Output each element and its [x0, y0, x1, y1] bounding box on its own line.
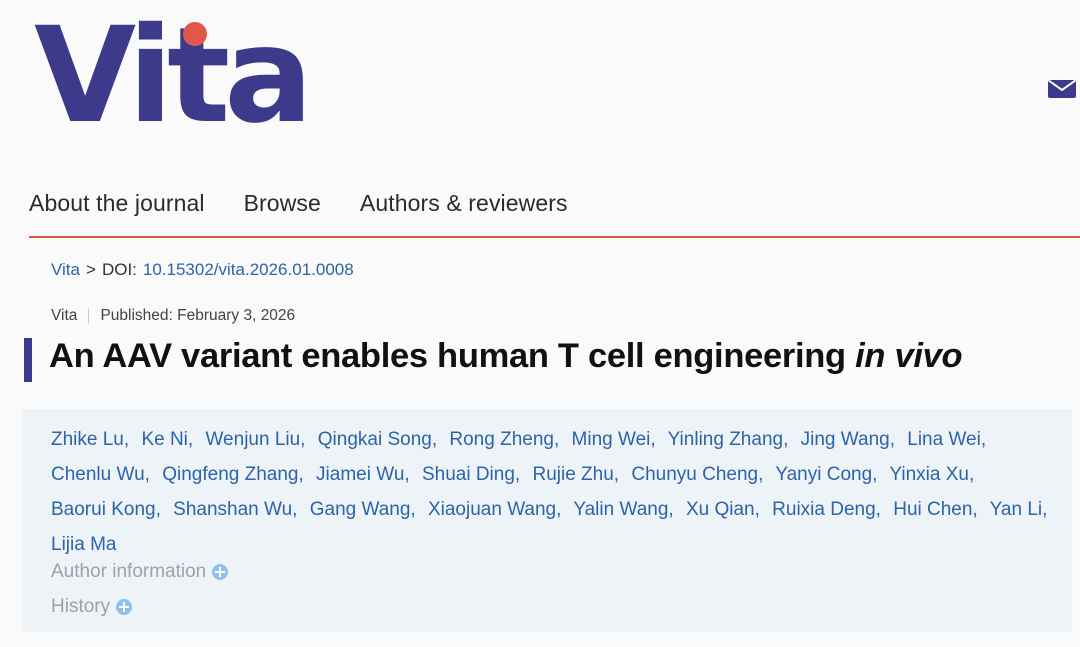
author-link[interactable]: Wenjun Liu, [205, 429, 305, 450]
author-link[interactable]: Rong Zheng, [449, 429, 559, 450]
author-link[interactable]: Gang Wang, [310, 499, 416, 520]
breadcrumb-separator: > [86, 260, 96, 279]
author-link[interactable]: Yinxia Xu, [889, 464, 974, 485]
author-link[interactable]: Jiamei Wu, [316, 464, 410, 485]
meta-separator [88, 308, 90, 324]
history-label: History [51, 596, 111, 617]
author-link[interactable]: Xu Qian, [686, 499, 760, 520]
plus-circle-icon [212, 564, 229, 580]
nav-about-journal[interactable]: About the journal [29, 190, 205, 217]
nav-authors-reviewers[interactable]: Authors & reviewers [360, 190, 568, 217]
author-link[interactable]: Lina Wei, [907, 429, 986, 450]
author-link[interactable]: Yanyi Cong, [775, 464, 877, 485]
author-link[interactable]: Hui Chen, [893, 499, 978, 520]
nav-browse[interactable]: Browse [244, 190, 321, 217]
author-link[interactable]: Ruixia Deng, [772, 499, 881, 520]
author-link[interactable]: Rujie Zhu, [532, 464, 619, 485]
author-link[interactable]: Yalin Wang, [573, 499, 673, 520]
meta-journal: Vita [51, 307, 78, 324]
plus-circle-icon [116, 599, 133, 615]
author-link[interactable]: Qingkai Song, [318, 429, 437, 450]
author-link[interactable]: Chenlu Wu, [51, 464, 150, 485]
author-link[interactable]: Baorui Kong, [51, 499, 161, 520]
main-nav: About the journal Browse Authors & revie… [29, 190, 568, 217]
doi-link[interactable]: 10.15302/vita.2026.01.0008 [143, 260, 354, 280]
author-link[interactable]: Zhike Lu, [51, 429, 129, 450]
author-link[interactable]: Ke Ni, [141, 429, 193, 450]
title-accent-bar [24, 338, 32, 382]
history-toggle[interactable]: History [51, 596, 133, 618]
published-date: Published: February 3, 2026 [100, 307, 296, 324]
author-information-toggle[interactable]: Author information [51, 561, 229, 583]
doi-label: DOI: [101, 260, 137, 279]
author-list: Zhike Lu, Ke Ni, Wenjun Liu, Qingkai Son… [51, 422, 1061, 562]
logo-text: Vita [34, 0, 313, 153]
author-link[interactable]: Chunyu Cheng, [631, 464, 763, 485]
author-link[interactable]: Shanshan Wu, [173, 499, 297, 520]
author-link[interactable]: Xiaojuan Wang, [428, 499, 561, 520]
title-italic: in vivo [855, 337, 963, 375]
author-information-label: Author information [51, 561, 207, 582]
author-link[interactable]: Qingfeng Zhang, [162, 464, 304, 485]
author-link[interactable]: Yinling Zhang, [668, 429, 789, 450]
author-link[interactable]: Ming Wei, [572, 429, 656, 450]
author-link[interactable]: Jing Wang, [801, 429, 895, 450]
author-link[interactable]: Lijia Ma [51, 534, 116, 555]
vita-logo[interactable]: Vita [34, 0, 324, 153]
breadcrumb-home-link[interactable]: Vita [51, 260, 80, 280]
breadcrumb: Vita > DOI: 10.15302/vita.2026.01.0008 [51, 260, 354, 280]
envelope-icon[interactable] [1048, 80, 1076, 98]
article-title: An AAV variant enables human T cell engi… [49, 337, 963, 376]
nav-divider [29, 236, 1080, 238]
article-meta: Vita Published: February 3, 2026 [51, 307, 295, 325]
logo-dot [183, 22, 207, 46]
author-link[interactable]: Yan Li, [990, 499, 1048, 520]
author-link[interactable]: Shuai Ding, [422, 464, 520, 485]
title-main: An AAV variant enables human T cell engi… [49, 337, 856, 375]
